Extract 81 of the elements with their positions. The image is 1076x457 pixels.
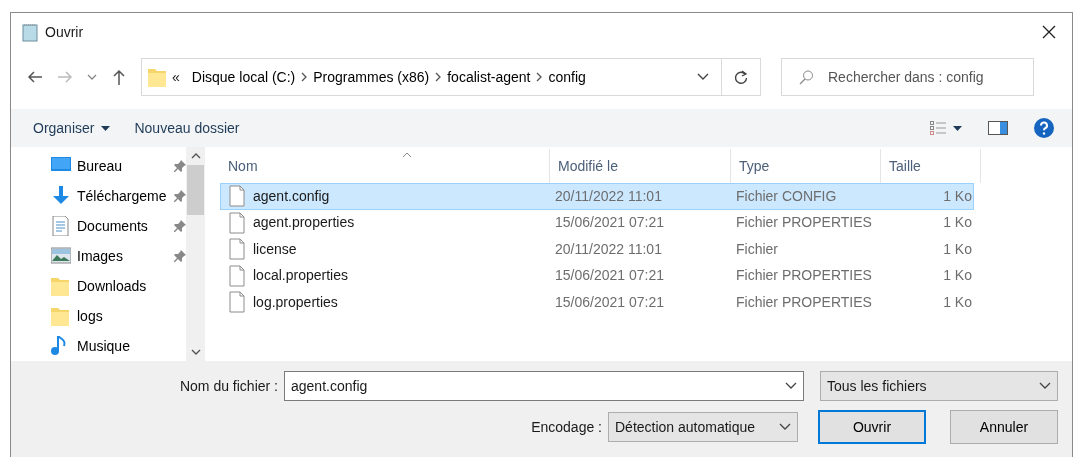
file-row[interactable]: agent.properties 15/06/2021 07:21 Fichier PROPERTIES 1 Ko [220,209,974,236]
sidebar-item[interactable]: Bureau [51,151,186,181]
scroll-down-icon [190,349,201,355]
scroll-thumb[interactable] [187,165,204,215]
folder-icon [51,276,71,296]
caret-icon [953,125,962,131]
sidebar-item[interactable]: Téléchargeme [51,181,186,211]
cancel-button[interactable]: Annuler [950,410,1058,444]
chevron-icon [536,72,543,82]
file-date: 15/06/2021 07:21 [554,266,665,286]
chevron-down-icon [785,382,797,390]
encoding-dropdown[interactable]: Détection automatique [608,412,798,442]
file-size: 1 Ko [942,213,972,233]
breadcrumb-overflow[interactable]: « [166,66,186,88]
file-row[interactable]: license 20/11/2022 11:01 Fichier 1 Ko [220,236,974,263]
caret-icon [101,125,111,131]
file-type: Fichier PROPERTIES [735,292,873,312]
list-view-icon [930,120,946,136]
file-date: 15/06/2021 07:21 [554,213,665,233]
file-icon [229,238,245,261]
chevron-down-icon [1039,382,1051,390]
caret-icon [87,73,97,81]
breadcrumb-segment[interactable]: config [542,66,592,88]
file-date: 20/11/2022 11:01 [554,239,663,259]
breadcrumb-segment[interactable]: Programmes (x86) [307,66,436,88]
file-icon [229,291,245,314]
folder-icon [148,67,166,87]
chevron-icon [301,72,308,82]
preview-pane-icon [988,121,1008,135]
download-arrow-icon [51,186,71,206]
scroll-up-icon [190,153,201,159]
chevron-down-icon [779,423,791,431]
folder-icon [51,306,71,326]
open-button[interactable]: Ouvrir [818,410,926,444]
document-icon [51,216,71,236]
file-type-dropdown[interactable]: Tous les fichiers [820,371,1058,401]
new-folder-button[interactable]: Nouveau dossier [134,117,240,139]
sidebar-item[interactable]: Downloads [51,271,186,301]
window-title: Ouvrir [45,22,84,42]
file-icon [229,264,245,287]
filename-label: Nom du fichier : [179,376,278,396]
file-row[interactable]: log.properties 15/06/2021 07:21 Fichier PROPERTIES 1 Ko [220,289,974,316]
help-icon [1034,118,1054,138]
file-type: Fichier CONFIG [735,186,838,206]
address-bar[interactable]: « Disque local (C:) Programmes (x86) focalist-agent config [141,58,761,96]
notepad-icon [21,22,39,42]
sidebar-item[interactable]: Musique [51,331,186,361]
file-name: license [253,239,297,259]
chevron-down-icon [697,73,709,81]
close-icon [1042,25,1056,39]
chevron-icon [435,72,442,82]
filename-field[interactable]: agent.config [284,371,804,401]
file-type: Fichier PROPERTIES [735,266,873,286]
file-size: 1 Ko [942,266,972,286]
file-size: 1 Ko [942,186,972,206]
breadcrumb-segment[interactable]: focalist-agent [441,66,537,88]
file-row[interactable]: local.properties 15/06/2021 07:21 Fichier PROPERTIES 1 Ko [220,262,974,289]
up-arrow-icon [111,68,127,86]
search-field[interactable]: Rechercher dans : config [781,58,1034,96]
file-icon [229,211,245,234]
file-name: local.properties [253,266,348,286]
file-date: 20/11/2022 11:01 [554,186,663,206]
file-size: 1 Ko [942,239,972,259]
file-type: Fichier [735,239,779,259]
sidebar-item[interactable]: Documents [51,211,186,241]
scrollbar[interactable] [186,147,205,361]
file-icon [229,185,245,208]
file-name: log.properties [253,292,338,312]
organize-menu[interactable]: Organiser [33,117,111,139]
file-name: agent.config [253,186,330,206]
file-date: 15/06/2021 07:21 [554,292,665,312]
picture-icon [51,246,71,266]
refresh-icon [734,69,748,85]
file-name: agent.properties [253,213,355,233]
file-row[interactable]: agent.config 20/11/2022 11:01 Fichier CONFIG 1 Ko [220,183,974,210]
breadcrumb-segment[interactable]: Disque local (C:) [185,66,302,88]
sidebar-item[interactable]: Images [51,241,186,271]
sidebar-item[interactable]: logs [51,301,186,331]
encoding-label: Encodage : [531,417,602,437]
file-size: 1 Ko [942,292,972,312]
file-type: Fichier PROPERTIES [735,213,873,233]
